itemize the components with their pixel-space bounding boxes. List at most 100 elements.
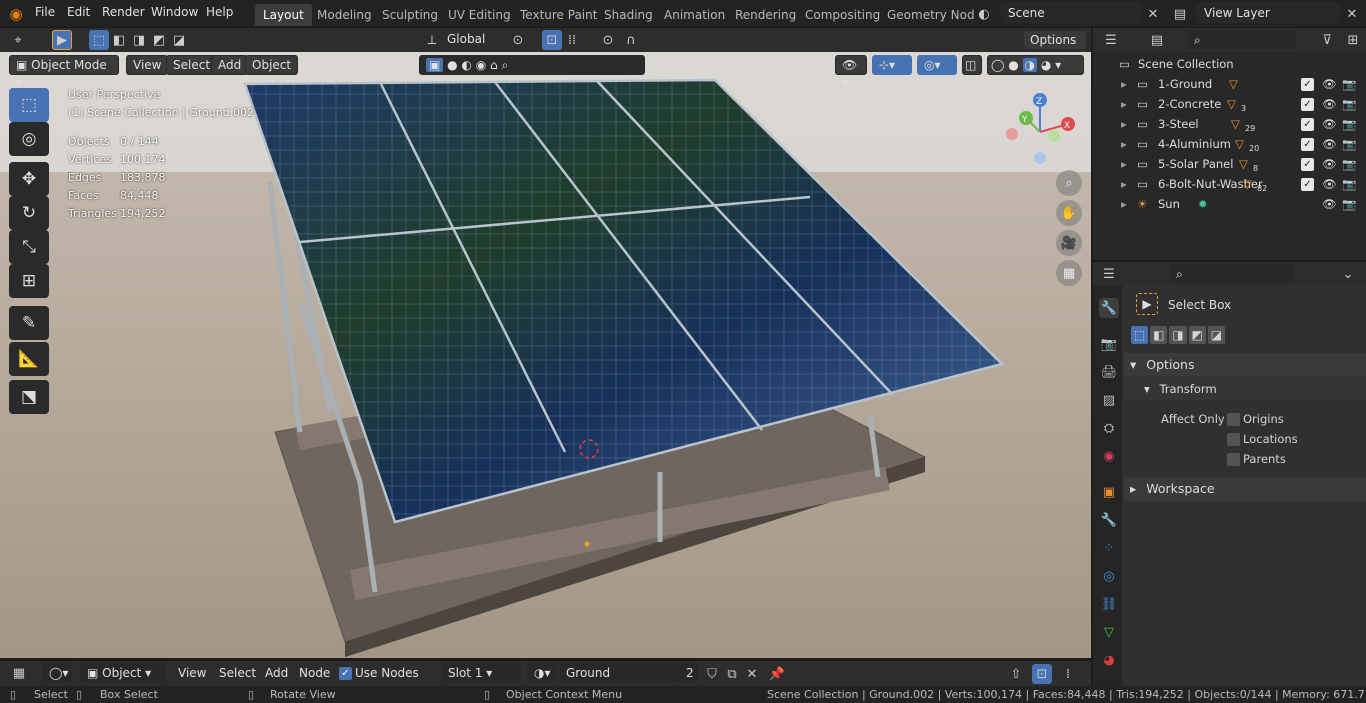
editor-type-icon[interactable]: ⌖ — [8, 30, 28, 50]
tab-animation[interactable]: Animation — [656, 4, 733, 26]
new-collection-icon[interactable]: ⊞ — [1343, 30, 1363, 50]
annotate-tool[interactable]: ✎ — [9, 306, 49, 340]
mode-invert-icon[interactable]: ◩ — [1188, 326, 1206, 344]
physics-tab-icon[interactable]: ◎ — [1099, 566, 1119, 586]
transform-subpanel-header[interactable]: ▾ Transform — [1124, 378, 1366, 400]
options-dropdown[interactable]: Options ▾ — [1023, 30, 1087, 65]
shader-view-menu[interactable]: View — [178, 666, 206, 680]
camera-render-icon[interactable]: 📷 — [1342, 94, 1356, 114]
outliner-item[interactable]: ▸ ▭ 4-Aluminium ▽ 20 ✓ 👁 📷 — [1093, 134, 1366, 154]
view-layer-selector[interactable]: View Layer — [1197, 3, 1339, 23]
filter-icon[interactable]: ▣ — [426, 58, 444, 72]
camera-icon[interactable]: 🎥 — [1056, 230, 1082, 256]
falloff-icon[interactable]: ∩ — [621, 30, 641, 50]
slot-selector[interactable]: Slot 1 ▾ — [441, 663, 521, 683]
tool-tab-icon[interactable]: 🔧 — [1099, 298, 1119, 318]
expand-arrow-icon[interactable]: ▸ — [1121, 174, 1127, 194]
modifier-tab-icon[interactable]: 🔧 — [1099, 510, 1119, 530]
shader-type-selector[interactable]: ◯▾ — [42, 663, 72, 683]
mode-selector[interactable]: ▣ Object Mode ▾ — [9, 55, 119, 90]
eye-icon[interactable]: 👁 — [1322, 114, 1337, 134]
expand-arrow-icon[interactable]: ▸ — [1121, 154, 1127, 174]
select-mode-subtract-icon[interactable]: ◨ — [129, 30, 149, 50]
mode-subtract-icon[interactable]: ◨ — [1169, 326, 1187, 344]
duplicate-material-icon[interactable]: ⧉ — [722, 664, 742, 684]
exclude-checkbox[interactable]: ✓ — [1301, 118, 1314, 131]
xray-toggle[interactable]: ◫ — [962, 55, 982, 75]
display-mode-icon[interactable]: ▤ — [1147, 30, 1167, 50]
snap-element-icon[interactable]: ⁞ — [1058, 664, 1078, 684]
close-view-layer-icon[interactable]: ✕ — [1342, 4, 1362, 24]
outliner-search[interactable]: ⌕ — [1187, 30, 1297, 50]
select-box-tool[interactable]: ⬚ — [9, 88, 49, 122]
camera-render-icon[interactable]: 📷 — [1342, 134, 1356, 154]
expand-arrow-icon[interactable]: ▸ — [1121, 134, 1127, 154]
parents-checkbox[interactable] — [1227, 453, 1240, 466]
select-menu[interactable]: Select — [166, 55, 218, 75]
locations-checkbox[interactable] — [1227, 433, 1240, 446]
transform-orientation[interactable]: Global ▾ — [441, 30, 499, 64]
node-snap-icon[interactable]: ⊡ — [1032, 664, 1052, 684]
eye-icon[interactable]: 👁 — [1322, 154, 1337, 174]
world-tab-icon[interactable]: ◉ — [1099, 446, 1119, 466]
orientation-icon[interactable]: ⟂ — [422, 30, 442, 50]
camera-render-icon[interactable]: 📷 — [1342, 194, 1356, 214]
eye-icon[interactable]: 👁 — [1322, 94, 1337, 114]
output-tab-icon[interactable]: 🖨 — [1099, 362, 1119, 382]
menu-render[interactable]: Render — [102, 5, 145, 19]
view-object-types[interactable]: 👁▾ — [835, 55, 867, 90]
outliner-item[interactable]: ▸ ▭ 6-Bolt-Nut-Washer ▽ 82 ✓ 👁 📷 — [1093, 174, 1366, 194]
scene-icon[interactable]: ◐ — [974, 4, 994, 24]
pin-icon[interactable]: 📌 — [767, 664, 787, 684]
unlink-material-icon[interactable]: ✕ — [742, 664, 762, 684]
options-panel-header[interactable]: ▾ Options — [1124, 353, 1366, 377]
material-name-field[interactable]: Ground — [559, 663, 679, 683]
shader-object-selector[interactable]: ▣ Object ▾ — [80, 663, 166, 683]
view-layer-tab-icon[interactable]: ▨ — [1099, 390, 1119, 410]
close-scene-icon[interactable]: ✕ — [1143, 4, 1163, 24]
eye-icon[interactable]: 👁 — [1322, 74, 1337, 94]
cursor-tool[interactable]: ◎ — [9, 122, 49, 156]
properties-search[interactable]: ⌕ — [1169, 264, 1295, 284]
gizmo-toggle[interactable]: ⊹▾ — [872, 55, 912, 75]
add-menu[interactable]: Add — [211, 55, 249, 75]
filter-icon[interactable]: ⊽ — [1317, 30, 1337, 50]
select-mode-invert-icon[interactable]: ◩ — [149, 30, 169, 50]
tab-sculpting[interactable]: Sculpting — [374, 4, 446, 26]
outliner-item[interactable]: ▸ ▭ 3-Steel ▽ 29 ✓ 👁 📷 — [1093, 114, 1366, 134]
shading-modes[interactable]: ◯ ● ◑ ◕ ▾ — [987, 55, 1084, 75]
camera-render-icon[interactable]: 📷 — [1342, 154, 1356, 174]
select-mode-extend-icon[interactable]: ◧ — [109, 30, 129, 50]
expand-arrow-icon[interactable]: ▸ — [1121, 114, 1127, 134]
outliner-item[interactable]: ▸ ☀ Sun ✹ 👁 📷 — [1093, 194, 1366, 214]
tab-uv-editing[interactable]: UV Editing — [440, 4, 519, 26]
mode-extend-icon[interactable]: ◧ — [1150, 326, 1168, 344]
outliner-item[interactable]: ▸ ▭ 2-Concrete ▽ 3 ✓ 👁 📷 — [1093, 94, 1366, 114]
tab-texture-paint[interactable]: Texture Paint — [512, 4, 605, 26]
ortho-grid-icon[interactable]: ▦ — [1056, 260, 1082, 286]
camera-render-icon[interactable]: 📷 — [1342, 74, 1356, 94]
measure-tool[interactable]: 📐 — [9, 342, 49, 376]
exclude-checkbox[interactable]: ✓ — [1301, 78, 1314, 91]
expand-arrow-icon[interactable]: ▸ — [1121, 194, 1127, 214]
workspace-panel-header[interactable]: ▸ Workspace — [1124, 477, 1366, 501]
overlay-toggle[interactable]: ◎▾ — [917, 55, 957, 75]
search-icon[interactable]: ⌕ — [501, 58, 508, 72]
menu-edit[interactable]: Edit — [67, 5, 90, 19]
origins-checkbox[interactable] — [1227, 413, 1240, 426]
snap-icon[interactable]: ⊡ — [542, 30, 562, 50]
exclude-checkbox[interactable]: ✓ — [1301, 178, 1314, 191]
zoom-icon[interactable]: ⌕ — [1056, 170, 1082, 196]
exclude-checkbox[interactable]: ✓ — [1301, 158, 1314, 171]
shader-select-menu[interactable]: Select — [219, 666, 256, 680]
scene-tab-icon[interactable]: ⛭ — [1099, 418, 1119, 438]
eye-icon[interactable]: 👁 — [1322, 174, 1337, 194]
camera-render-icon[interactable]: 📷 — [1342, 174, 1356, 194]
material-tab-icon[interactable]: ◕ — [1099, 650, 1119, 670]
data-tab-icon[interactable]: ▽ — [1099, 622, 1119, 642]
material-browse-icon[interactable]: ◑▾ — [527, 663, 557, 683]
expand-arrow-icon[interactable]: ▸ — [1121, 94, 1127, 114]
exclude-checkbox[interactable]: ✓ — [1301, 98, 1314, 111]
outliner-item[interactable]: ▸ ▭ 5-Solar Panel ▽ 8 ✓ 👁 📷 — [1093, 154, 1366, 174]
tab-layout[interactable]: Layout — [255, 4, 312, 26]
